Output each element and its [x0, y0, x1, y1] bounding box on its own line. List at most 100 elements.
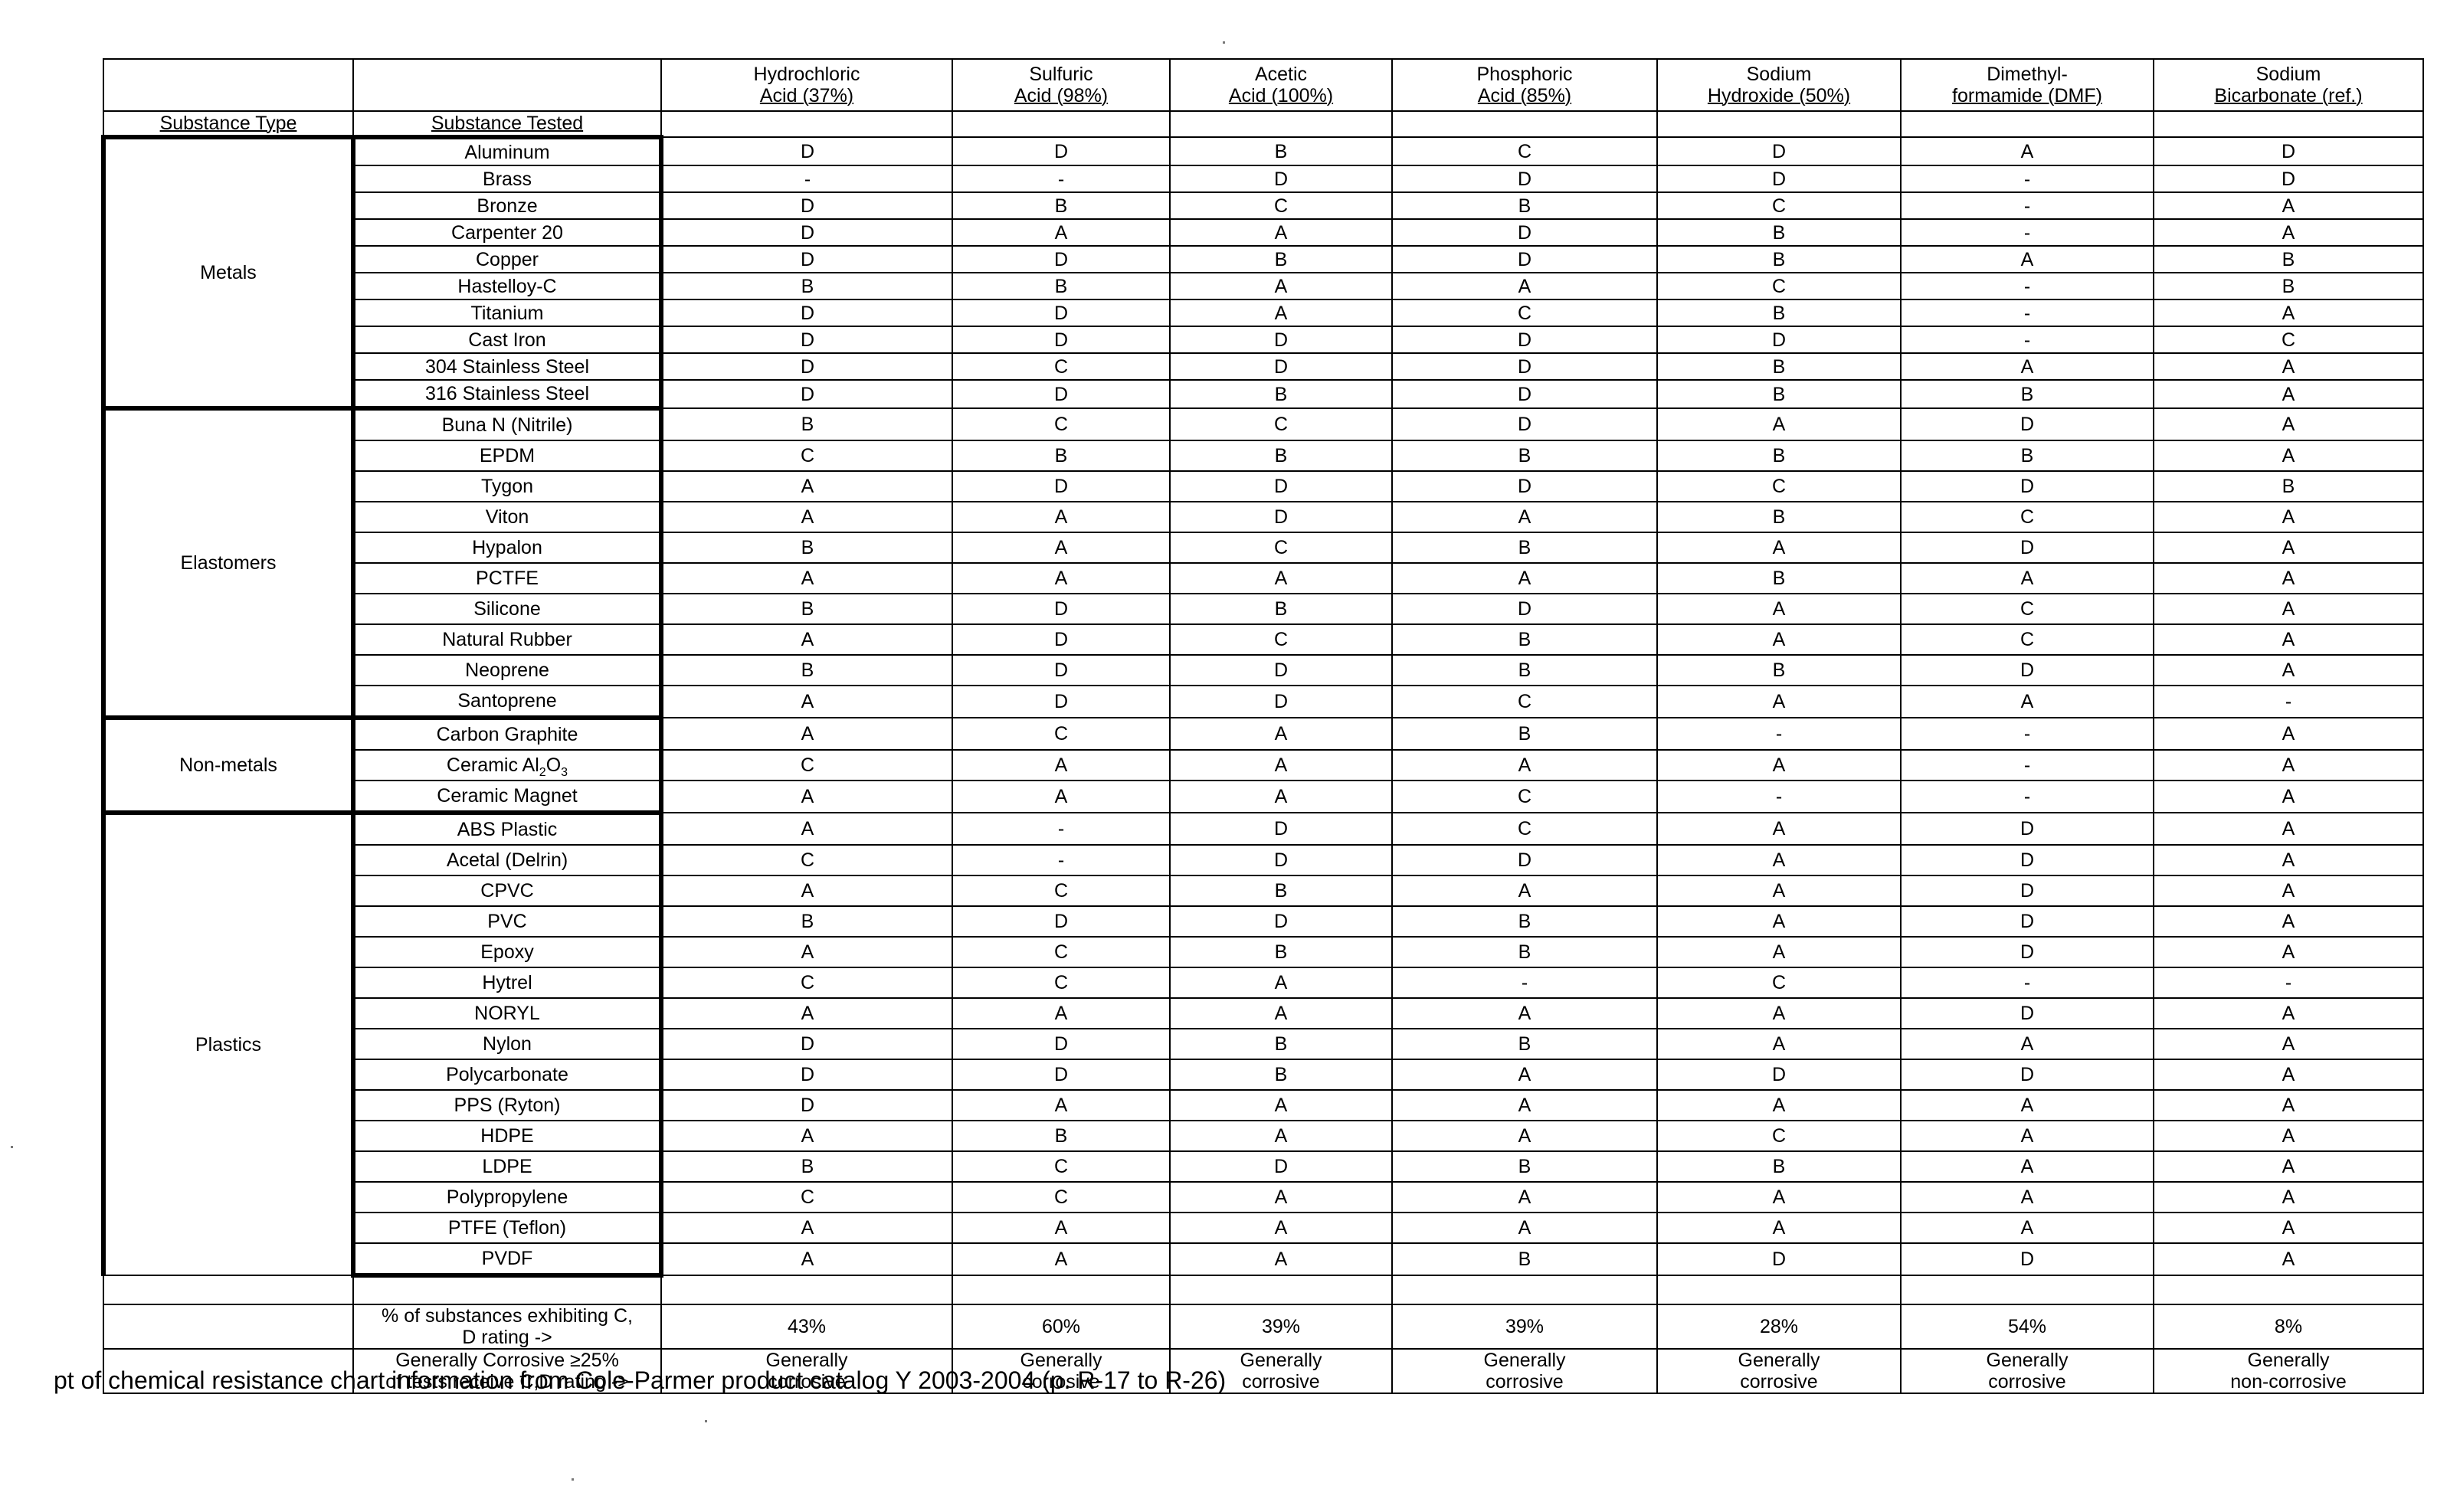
table-row: LDPE B C D B B A A — [103, 1150, 2424, 1183]
rating-cell: D — [952, 1028, 1171, 1060]
rating-cell: B — [1656, 352, 1902, 381]
rating-cell: - — [1391, 967, 1658, 999]
rating-cell: A — [1656, 593, 1902, 625]
rating-cell: C — [2153, 326, 2424, 354]
substance-tested-cell: 304 Stainless Steel — [352, 352, 663, 381]
rating-cell: B — [1391, 191, 1658, 220]
rating-cell: D — [1656, 1242, 1902, 1276]
rating-cell: B — [1656, 299, 1902, 327]
substance-tested-cell: Carpenter 20 — [352, 218, 663, 247]
rating-cell: A — [2153, 501, 2424, 533]
rating-cell: B — [1900, 440, 2154, 472]
rating-cell: B — [1169, 875, 1393, 907]
rating-cell: A — [1391, 875, 1658, 907]
rating-cell: A — [952, 780, 1171, 813]
rating-cell: B — [1656, 245, 1902, 273]
rating-cell: A — [2153, 780, 2424, 813]
substance-tested-cell: PCTFE — [352, 562, 663, 594]
table-row: Hypalon B A C B A D A — [103, 532, 2424, 564]
rating-cell: B — [1656, 440, 1902, 472]
rating-cell: D — [1169, 844, 1393, 876]
rating-cell: A — [2153, 812, 2424, 846]
rating-cell: A — [660, 875, 953, 907]
rating-cell: B — [660, 1150, 953, 1183]
rating-cell: A — [952, 1089, 1171, 1121]
rating-cell: A — [2153, 1028, 2424, 1060]
rating-cell: A — [1900, 1181, 2154, 1213]
rating-cell: A — [2153, 562, 2424, 594]
rating-cell: A — [660, 685, 953, 718]
substance-tested-cell: Epoxy — [352, 936, 663, 968]
rating-cell: D — [1169, 685, 1393, 718]
substance-tested-cell: PPS (Ryton) — [352, 1089, 663, 1121]
substance-tested-cell: Buna N (Nitrile) — [352, 406, 663, 441]
rating-cell: - — [952, 812, 1171, 846]
rating-cell: B — [1391, 936, 1658, 968]
rating-cell: A — [2153, 623, 2424, 656]
table-row: Acetal (Delrin) C - D D A D A — [103, 844, 2424, 876]
header-row-labels: Substance Type Substance Tested — [103, 110, 2424, 138]
rating-cell: D — [1391, 470, 1658, 502]
corrosive-value: Generally corrosive — [1900, 1348, 2154, 1394]
rating-cell: B — [952, 272, 1171, 300]
rating-cell: D — [1900, 812, 2154, 846]
rating-cell: D — [1391, 326, 1658, 354]
rating-cell: B — [1169, 1028, 1393, 1060]
header-chemical: Acetic Acid (100%) — [1169, 58, 1393, 112]
rating-cell: B — [1391, 1150, 1658, 1183]
rating-cell: D — [660, 136, 953, 166]
rating-cell: A — [1169, 780, 1393, 813]
rating-cell: A — [952, 997, 1171, 1029]
rating-cell: B — [2153, 272, 2424, 300]
rating-cell: A — [1169, 1089, 1393, 1121]
rating-cell: B — [660, 407, 953, 441]
rating-cell: - — [2153, 685, 2424, 718]
table-row: Viton A A D A B C A — [103, 501, 2424, 533]
rating-cell: C — [952, 352, 1171, 381]
rating-cell: A — [1656, 905, 1902, 938]
substance-tested-cell: ABS Plastic — [352, 810, 663, 846]
spacer-row — [103, 1275, 2424, 1305]
rating-cell: - — [1900, 272, 2154, 300]
rating-cell: D — [1169, 352, 1393, 381]
scan-speck — [1223, 41, 1225, 44]
rating-cell: - — [952, 844, 1171, 876]
table-row: Tygon A D D D C D B — [103, 470, 2424, 502]
substance-tested-cell: PVDF — [352, 1242, 663, 1278]
rating-cell: D — [1900, 844, 2154, 876]
header-chemical: Sodium Bicarbonate (ref.) — [2153, 58, 2424, 112]
header-blank-type — [103, 58, 354, 112]
rating-cell: D — [1900, 654, 2154, 686]
percent-value: 8% — [2153, 1304, 2424, 1350]
rating-cell: D — [952, 905, 1171, 938]
rating-cell: A — [952, 1212, 1171, 1244]
substance-tested-cell: PVC — [352, 905, 663, 938]
rating-cell: B — [1656, 562, 1902, 594]
table-row: 316 Stainless Steel D D B D B B A — [103, 379, 2424, 411]
table-row: NORYL A A A A A D A — [103, 997, 2424, 1029]
percent-value: 60% — [952, 1304, 1171, 1350]
rating-cell: C — [1169, 532, 1393, 564]
rating-cell: A — [952, 218, 1171, 247]
rating-cell: B — [1391, 623, 1658, 656]
rating-cell: - — [660, 165, 953, 193]
rating-cell: B — [1169, 136, 1393, 166]
rating-cell: C — [1391, 136, 1658, 166]
rating-cell: D — [660, 218, 953, 247]
table-row: Natural Rubber A D C B A C A — [103, 623, 2424, 656]
rating-cell: C — [660, 749, 953, 781]
rating-cell: D — [1391, 218, 1658, 247]
substance-tested-cell: Brass — [352, 165, 663, 193]
rating-cell: A — [952, 532, 1171, 564]
table-row: Metals Aluminum D D B C D A D — [101, 135, 2424, 409]
table-row: Polycarbonate D D B A D D A — [103, 1059, 2424, 1091]
rating-cell: A — [1656, 997, 1902, 1029]
table-row: PVC B D D B A D A — [103, 905, 2424, 938]
rating-cell: A — [1656, 685, 1902, 718]
rating-cell: A — [1169, 967, 1393, 999]
rating-cell: D — [952, 299, 1171, 327]
rating-cell: C — [952, 717, 1171, 751]
rating-cell: C — [1391, 812, 1658, 846]
rating-cell: A — [1900, 1120, 2154, 1152]
rating-cell: D — [952, 1059, 1171, 1091]
